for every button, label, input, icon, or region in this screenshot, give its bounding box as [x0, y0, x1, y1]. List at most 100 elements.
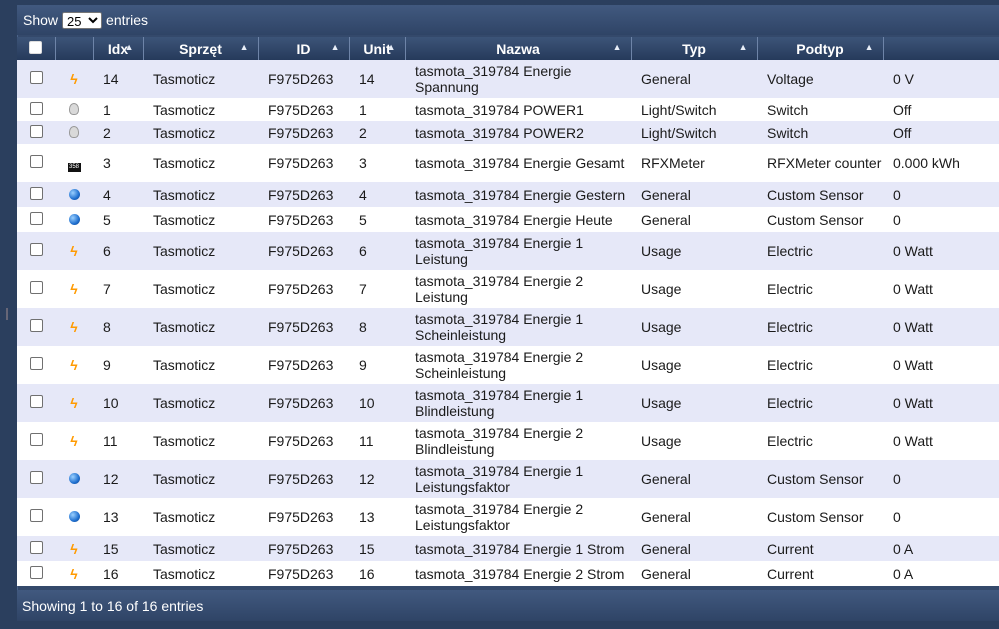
cell-subtype: Switch — [757, 121, 883, 144]
cell-data: 0 Watt — [883, 422, 999, 460]
table-row[interactable]: 13 Tasmoticz F975D263 13 tasmota_319784 Ener… — [17, 498, 999, 536]
cell-hardware: Tasmoticz — [143, 121, 258, 144]
row-checkbox[interactable] — [29, 509, 43, 522]
row-checkbox[interactable] — [29, 319, 43, 332]
sort-icon: ▲ — [239, 42, 249, 52]
bolt-icon: ϟ — [70, 319, 78, 335]
cell-unit: 8 — [349, 308, 405, 346]
cell-hardware: Tasmoticz — [143, 384, 258, 422]
row-checkbox[interactable] — [29, 71, 43, 84]
row-checkbox[interactable] — [29, 186, 43, 200]
table-row[interactable]: 358 3 Tasmoticz F975D263 3 tasmota_319784 Ene… — [17, 144, 999, 182]
header-subtype[interactable]: Podtyp ▲ — [757, 37, 884, 60]
cell-idx: 3 — [93, 144, 143, 182]
table-row[interactable]: ϟ 10 Tasmoticz F975D263 10 tasmota_319784 Ene… — [17, 384, 999, 422]
entries-select[interactable]: 25 — [62, 11, 103, 29]
header-id[interactable]: ID ▲ — [258, 37, 350, 60]
cell-idx: 12 — [93, 460, 143, 498]
bolt-icon: ϟ — [70, 243, 78, 259]
cell-data: 0 Watt — [883, 308, 999, 346]
cell-subtype: Custom Sensor — [757, 182, 883, 207]
table-row[interactable]: ϟ 15 Tasmoticz F975D263 15 tasmota_319784 Ene… — [17, 536, 999, 561]
select-all-checkbox[interactable] — [29, 40, 43, 54]
row-checkbox[interactable] — [29, 124, 43, 138]
cell-name: tasmota_319784 Energie 1 Strom — [405, 536, 631, 561]
row-checkbox[interactable] — [29, 211, 43, 225]
sort-icon: ▲ — [612, 42, 622, 52]
header-select-all[interactable] — [17, 37, 56, 60]
row-checkbox[interactable] — [29, 281, 43, 294]
table-row[interactable]: ϟ 16 Tasmoticz F975D263 16 tasmota_319784 Ene… — [17, 561, 999, 586]
row-checkbox[interactable] — [29, 357, 43, 370]
header-name[interactable]: Nazwa ▲ — [405, 37, 632, 60]
cell-type: General — [631, 460, 757, 498]
cell-subtype: Custom Sensor — [757, 498, 883, 536]
cell-subtype: Current — [757, 536, 883, 561]
collapse-arrow-icon[interactable] — [0, 308, 8, 320]
sort-icon: ▲ — [386, 42, 396, 52]
cell-id: F975D263 — [258, 346, 349, 384]
header-hardware[interactable]: Sprzęt ▲ — [143, 37, 259, 60]
table-row[interactable]: ϟ 9 Tasmoticz F975D263 9 tasmota_319784 Energ… — [17, 346, 999, 384]
row-checkbox[interactable] — [29, 565, 43, 579]
cell-data: 0 — [883, 498, 999, 536]
cell-subtype: RFXMeter counter — [757, 144, 883, 182]
cell-hardware: Tasmoticz — [143, 498, 258, 536]
cell-id: F975D263 — [258, 384, 349, 422]
cell-name: tasmota_319784 Energie 1 Leistungsfaktor — [405, 460, 631, 498]
cell-hardware: Tasmoticz — [143, 346, 258, 384]
table-row[interactable]: ϟ 8 Tasmoticz F975D263 8 tasmota_319784 Energ… — [17, 308, 999, 346]
row-checkbox[interactable] — [29, 540, 43, 554]
cell-idx: 4 — [93, 182, 143, 207]
cell-subtype: Voltage — [757, 60, 883, 98]
bolt-icon: ϟ — [70, 395, 78, 411]
row-checkbox[interactable] — [29, 471, 43, 484]
cell-data: 0 V — [883, 60, 999, 98]
header-row: Idx ▲ Sprzęt ▲ ID ▲ Unit ▲ Nazwa ▲ Typ ▲ Podty… — [17, 37, 999, 60]
cell-data: 0.000 kWh — [883, 144, 999, 182]
header-idx[interactable]: Idx ▲ — [93, 37, 144, 60]
cell-idx: 11 — [93, 422, 143, 460]
cell-data: Off — [883, 98, 999, 121]
table-row[interactable]: 2 Tasmoticz F975D263 2 tasmota_319784 POWER2… — [17, 121, 999, 144]
cell-idx: 13 — [93, 498, 143, 536]
cell-id: F975D263 — [258, 144, 349, 182]
table-row[interactable]: 12 Tasmoticz F975D263 12 tasmota_319784 Ener… — [17, 460, 999, 498]
cell-type: General — [631, 561, 757, 586]
table-info-text: Showing 1 to 16 of 16 entries — [22, 597, 204, 614]
table-row[interactable]: 4 Tasmoticz F975D263 4 tasmota_319784 Energi… — [17, 182, 999, 207]
row-checkbox[interactable] — [29, 395, 43, 408]
table-row[interactable]: ϟ 6 Tasmoticz F975D263 6 tasmota_319784 Energ… — [17, 232, 999, 270]
cell-subtype: Electric — [757, 270, 883, 308]
table-row[interactable]: ϟ 7 Tasmoticz F975D263 7 tasmota_319784 Energ… — [17, 270, 999, 308]
cell-id: F975D263 — [258, 98, 349, 121]
table-row[interactable]: 1 Tasmoticz F975D263 1 tasmota_319784 POWER1… — [17, 98, 999, 121]
cell-hardware: Tasmoticz — [143, 308, 258, 346]
header-unit[interactable]: Unit ▲ — [349, 37, 406, 60]
header-type[interactable]: Typ ▲ — [631, 37, 758, 60]
cell-id: F975D263 — [258, 498, 349, 536]
table-row[interactable]: ϟ 14 Tasmoticz F975D263 14 tasmota_319784 Ene… — [17, 60, 999, 98]
sort-icon: ▲ — [124, 42, 134, 52]
cell-type: Usage — [631, 270, 757, 308]
cell-idx: 16 — [93, 561, 143, 586]
table-row[interactable]: ϟ 11 Tasmoticz F975D263 11 tasmota_319784 Ene… — [17, 422, 999, 460]
bolt-icon: ϟ — [70, 433, 78, 449]
sort-icon: ▲ — [864, 42, 874, 52]
cell-id: F975D263 — [258, 270, 349, 308]
cell-id: F975D263 — [258, 561, 349, 586]
cell-subtype: Electric — [757, 308, 883, 346]
cell-type: General — [631, 498, 757, 536]
cell-type: Usage — [631, 308, 757, 346]
row-checkbox[interactable] — [29, 101, 43, 115]
entries-label: entries — [106, 12, 149, 28]
cell-idx: 15 — [93, 536, 143, 561]
cell-hardware: Tasmoticz — [143, 536, 258, 561]
row-checkbox[interactable] — [29, 155, 43, 168]
cell-name: tasmota_319784 Energie Gesamt — [405, 144, 631, 182]
cell-id: F975D263 — [258, 536, 349, 561]
row-checkbox[interactable] — [29, 243, 43, 256]
cell-id: F975D263 — [258, 422, 349, 460]
row-checkbox[interactable] — [29, 433, 43, 446]
table-row[interactable]: 5 Tasmoticz F975D263 5 tasmota_319784 Energi… — [17, 207, 999, 232]
